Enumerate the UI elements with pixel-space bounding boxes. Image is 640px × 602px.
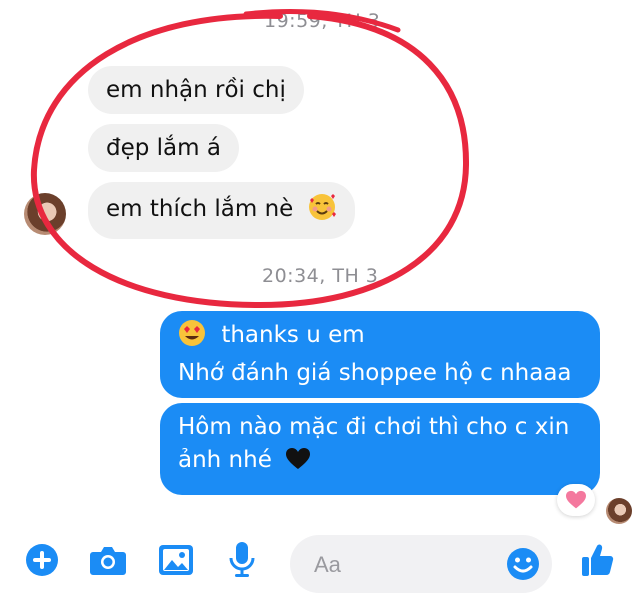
outgoing-message[interactable]: Hôm nào mặc đi chơi thì cho c xin ảnh nh… [160,403,600,495]
pink-heart-reaction-icon[interactable] [557,484,595,516]
message-composer[interactable] [290,535,552,593]
camera-icon[interactable] [88,540,128,580]
message-text: ảnh nhé [178,447,272,473]
plus-icon[interactable] [22,540,62,580]
gallery-icon[interactable] [156,540,196,580]
message-input[interactable] [312,549,496,581]
heart-eyes-icon [178,319,206,357]
message-text: Nhớ đánh giá shoppee hộ c nhaaa [178,360,572,386]
seen-avatar [606,498,632,524]
message-text: Hôm nào mặc đi chơi thì cho c xin [178,414,570,440]
emoji-icon[interactable] [506,547,540,586]
message-text: thanks u em [221,322,365,348]
thumbs-up-icon[interactable] [578,540,618,580]
red-annotation-circle [30,8,470,309]
microphone-icon[interactable] [222,540,262,580]
outgoing-message[interactable]: thanks u em Nhớ đánh giá shoppee hộ c nh… [160,311,600,398]
black-heart-icon [285,447,311,481]
